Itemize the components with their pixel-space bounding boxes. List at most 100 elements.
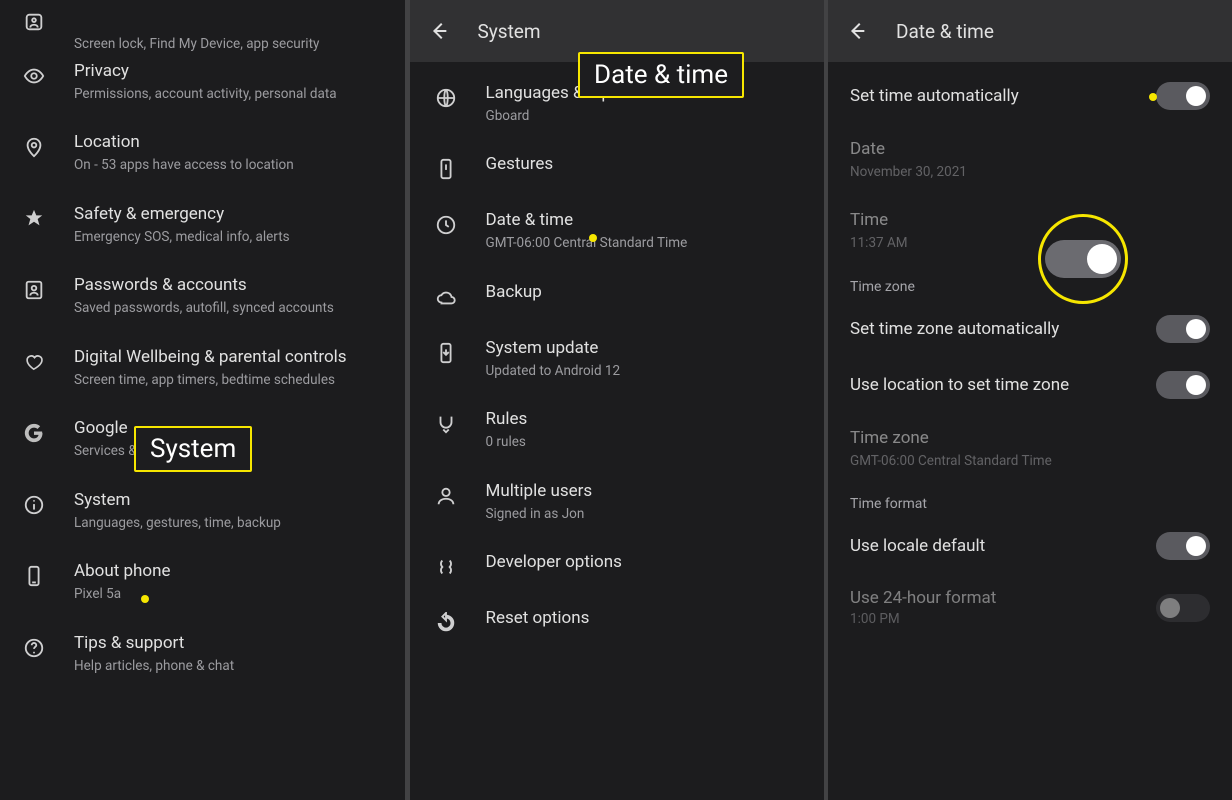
system-row-gestures[interactable]: Gestures [410, 139, 824, 195]
date-row: Date November 30, 2021 [828, 124, 1232, 195]
row-title: Digital Wellbeing & parental controls [74, 346, 387, 369]
row-title: Privacy [74, 60, 387, 83]
h24-toggle [1156, 594, 1210, 622]
panel3-title: Date & time [896, 20, 994, 43]
row-title: Languages & input [486, 82, 806, 105]
heart-icon [22, 350, 46, 374]
row-sub: Signed in as Jon [486, 506, 806, 524]
reset-icon [434, 611, 458, 635]
users-icon [434, 484, 458, 508]
date-value: November 30, 2021 [850, 164, 1214, 182]
globe-icon [434, 86, 458, 110]
system-row-rules[interactable]: Rules 0 rules [410, 394, 824, 465]
set-tz-auto-label: Set time zone automatically [850, 319, 1059, 339]
help-icon [22, 636, 46, 660]
row-sub: 0 rules [486, 434, 806, 452]
tf-header: Time format [828, 484, 1232, 518]
row-sub: Emergency SOS, medical info, alerts [74, 229, 387, 247]
row-sub: Languages, gestures, time, backup [74, 515, 387, 533]
settings-row-tips-support[interactable]: Tips & support Help articles, phone & ch… [0, 618, 405, 689]
row-sub: Help articles, phone & chat [74, 658, 387, 676]
settings-row-passwords-accounts[interactable]: Passwords & accounts Saved passwords, au… [0, 260, 405, 331]
locale-toggle[interactable] [1156, 532, 1210, 560]
system-row-developer-options[interactable]: Developer options [410, 537, 824, 593]
time-row: Time 11:37 AM [828, 195, 1232, 266]
row-title: Google [74, 417, 387, 440]
pass-icon [22, 278, 46, 302]
cloud-icon [434, 285, 458, 309]
row-title: Reset options [486, 607, 806, 630]
panel2-title: System [478, 20, 541, 43]
settings-row-about-phone[interactable]: About phone Pixel 5a [0, 546, 405, 617]
row-title: Date & time [486, 209, 806, 232]
row-title: Gestures [486, 153, 806, 176]
row-sub: Updated to Android 12 [486, 363, 806, 381]
row-sub: Gboard [486, 108, 806, 126]
row-sub: Screen time, app timers, bedtime schedul… [74, 372, 387, 390]
locale-row[interactable]: Use locale default [828, 518, 1232, 574]
row-sub: Saved passwords, autofill, synced accoun… [74, 300, 387, 318]
row-sub: On - 53 apps have access to location [74, 157, 387, 175]
magnified-toggle [1045, 240, 1121, 278]
back-icon[interactable] [428, 20, 450, 42]
locale-label: Use locale default [850, 536, 985, 556]
loc-tz-toggle[interactable] [1156, 371, 1210, 399]
back-icon[interactable] [846, 20, 868, 42]
row-title: System [74, 489, 387, 512]
system-row-date-time[interactable]: Date & time GMT-06:00 Central Standard T… [410, 195, 824, 266]
settings-row-google[interactable]: Google Services & preferences [0, 403, 405, 474]
info-icon [22, 493, 46, 517]
row-title: About phone [74, 560, 387, 583]
row-sub: Pixel 5a [74, 586, 387, 604]
row-title: Developer options [486, 551, 806, 574]
tz-row: Time zone GMT-06:00 Central Standard Tim… [828, 413, 1232, 484]
set-time-auto-row[interactable]: Set time automatically [828, 68, 1232, 124]
tz-header: Time zone [828, 267, 1232, 301]
loc-tz-label: Use location to set time zone [850, 375, 1069, 395]
eye-icon [22, 64, 46, 88]
row-title: Location [74, 131, 387, 154]
settings-row-system[interactable]: System Languages, gestures, time, backup [0, 475, 405, 546]
system-row-system-update[interactable]: System update Updated to Android 12 [410, 323, 824, 394]
row-title: Multiple users [486, 480, 806, 503]
h24-row: Use 24-hour format 1:00 PM [828, 574, 1232, 641]
gest-icon [434, 157, 458, 181]
google-icon [22, 421, 46, 445]
set-tz-auto-toggle[interactable] [1156, 315, 1210, 343]
clock-icon [434, 213, 458, 237]
upd-icon [434, 341, 458, 365]
security-icon [22, 10, 46, 34]
set-time-auto-toggle[interactable] [1156, 82, 1210, 110]
phone-icon [22, 564, 46, 588]
row-sub: Services & preferences [74, 443, 387, 461]
tz-value: GMT-06:00 Central Standard Time [850, 453, 1214, 471]
row-title: Tips & support [74, 632, 387, 655]
rules-icon [434, 412, 458, 436]
settings-row-privacy[interactable]: Privacy Permissions, account activity, p… [0, 58, 405, 117]
time-title: Time [850, 209, 1214, 232]
star-icon [22, 207, 46, 231]
row-sub: GMT-06:00 Central Standard Time [486, 235, 806, 253]
set-tz-auto-row[interactable]: Set time zone automatically [828, 301, 1232, 357]
settings-row-digital-wellbeing-parental-controls[interactable]: Digital Wellbeing & parental controls Sc… [0, 332, 405, 403]
time-value: 11:37 AM [850, 235, 1214, 253]
h24-sub: 1:00 PM [850, 611, 996, 627]
system-row-languages-input[interactable]: Languages & input Gboard [410, 68, 824, 139]
row-title: Backup [486, 281, 806, 304]
h24-label: Use 24-hour format [850, 588, 996, 608]
system-row-backup[interactable]: Backup [410, 267, 824, 323]
system-row-multiple-users[interactable]: Multiple users Signed in as Jon [410, 466, 824, 537]
loc-tz-row[interactable]: Use location to set time zone [828, 357, 1232, 413]
dev-icon [434, 555, 458, 579]
settings-row-location[interactable]: Location On - 53 apps have access to loc… [0, 117, 405, 188]
row-title: System update [486, 337, 806, 360]
security-sub: Screen lock, Find My Device, app securit… [0, 36, 405, 58]
settings-row-safety-emergency[interactable]: Safety & emergency Emergency SOS, medica… [0, 189, 405, 260]
pin-icon [22, 135, 46, 159]
row-title: Passwords & accounts [74, 274, 387, 297]
row-title: Safety & emergency [74, 203, 387, 226]
system-row-reset-options[interactable]: Reset options [410, 593, 824, 649]
tz-title: Time zone [850, 427, 1214, 450]
row-sub: Permissions, account activity, personal … [74, 86, 387, 104]
date-title: Date [850, 138, 1214, 161]
